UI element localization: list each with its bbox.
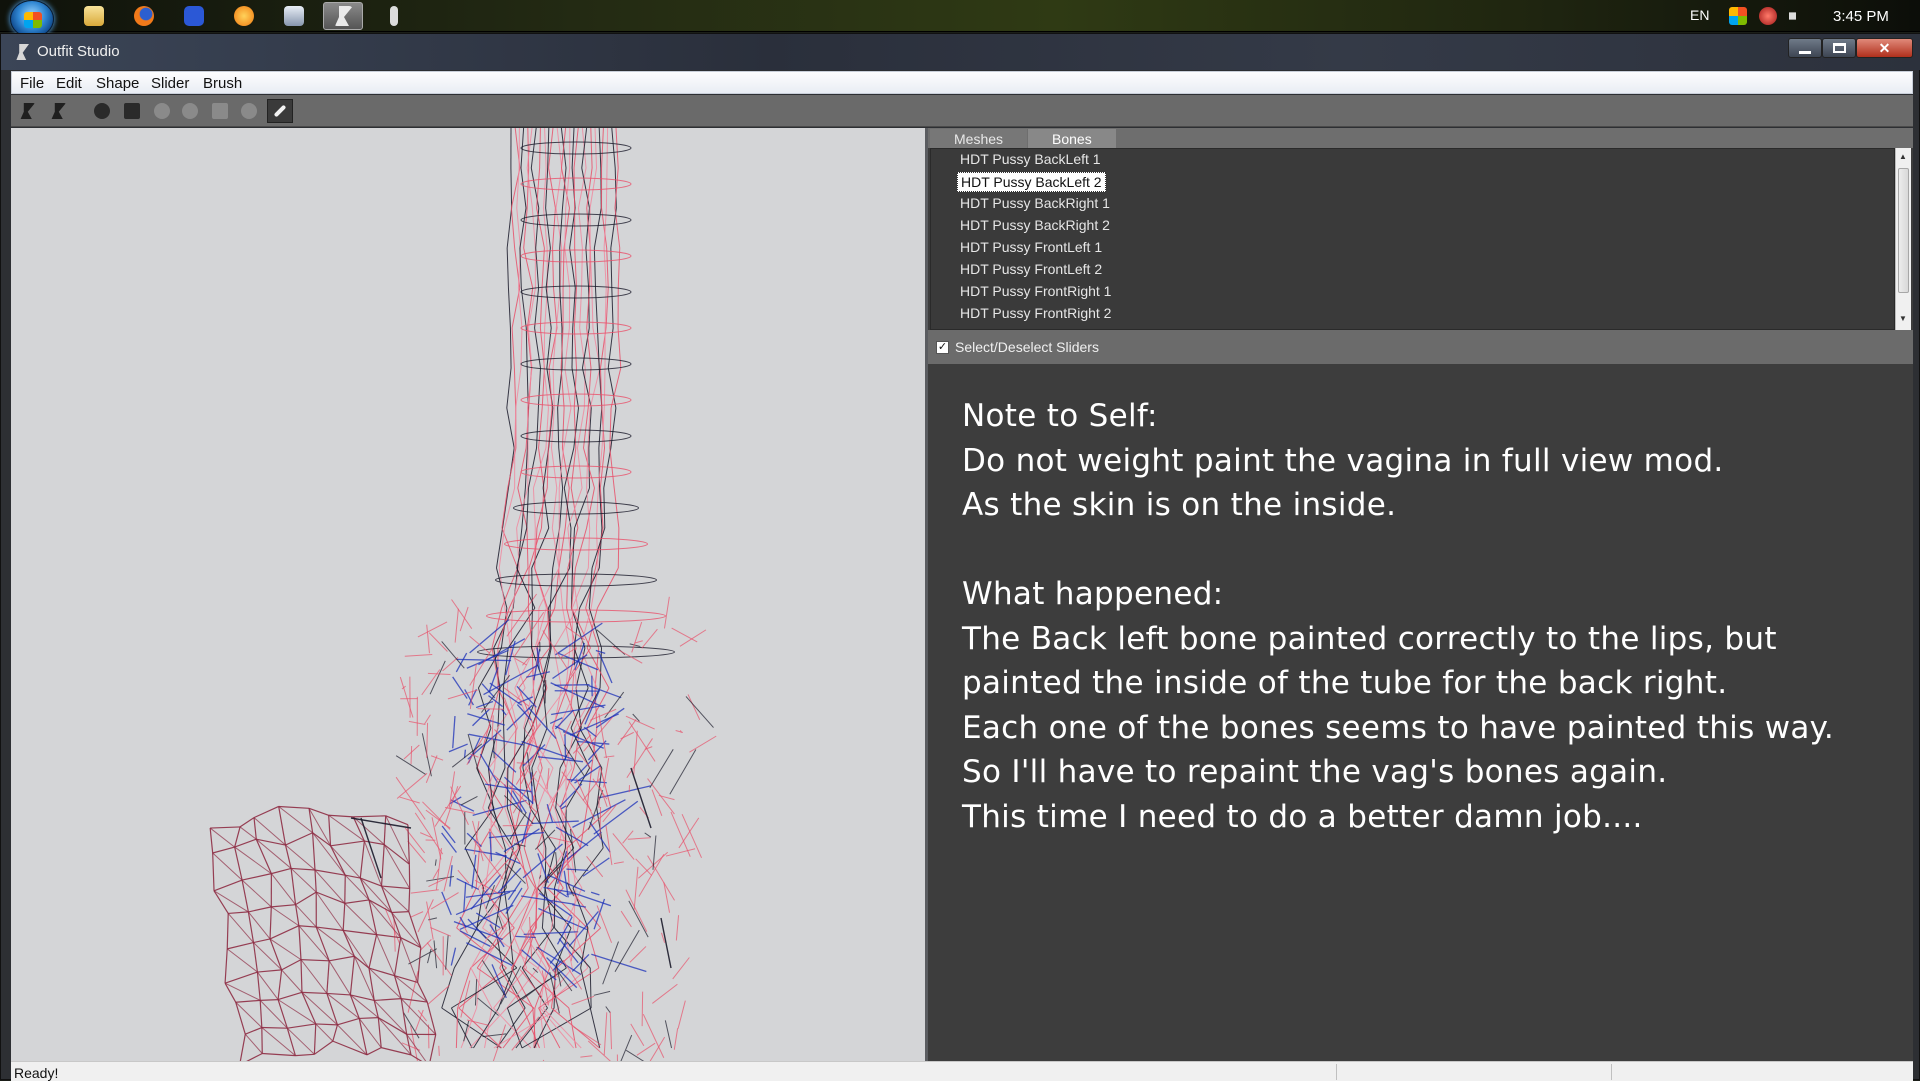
- minimize-icon: [1799, 51, 1811, 54]
- note-line: This time I need to do a better damn job…: [962, 795, 1892, 840]
- windows-logo-icon: [24, 12, 42, 28]
- tool-smooth-button[interactable]: [236, 99, 262, 123]
- note-text: Note to Self:Do not weight paint the vag…: [962, 394, 1892, 839]
- tool-move-button[interactable]: [207, 99, 233, 123]
- bone-item[interactable]: HDT Pussy BackRight 2: [957, 216, 1113, 236]
- deflate-icon: [182, 103, 198, 119]
- note-line: So I'll have to repaint the vag's bones …: [962, 750, 1892, 795]
- note-line: Note to Self:: [962, 394, 1892, 439]
- sliders-area: Note to Self:Do not weight paint the vag…: [928, 364, 1913, 1061]
- taskbar-orange-app-button[interactable]: [224, 2, 264, 30]
- bone-item[interactable]: HDT Pussy BackLeft 2: [957, 172, 1106, 192]
- status-bar: Ready!: [11, 1061, 1913, 1081]
- note-line: Do not weight paint the vagina in full v…: [962, 439, 1892, 484]
- status-separator: [1611, 1064, 1612, 1080]
- taskbar-firefox-button[interactable]: [124, 2, 164, 30]
- taskbar-outfit-studio-button[interactable]: [323, 2, 363, 30]
- tool-inflate-button[interactable]: [149, 99, 175, 123]
- taskbar-tool-button[interactable]: [374, 2, 414, 30]
- select-tool-icon: [19, 103, 35, 119]
- select-deselect-sliders-checkbox[interactable]: ✓: [936, 341, 949, 354]
- language-indicator[interactable]: EN: [1690, 7, 1709, 23]
- note-line: The Back left bone painted correctly to …: [962, 617, 1892, 662]
- note-line: [962, 528, 1892, 573]
- tool-transform-button[interactable]: [45, 99, 71, 123]
- menu-edit[interactable]: Edit: [56, 75, 82, 92]
- outfit-studio-window: Outfit Studio ✕ File Edit Shape Slider B…: [0, 33, 1920, 1080]
- move-icon: [212, 103, 228, 119]
- window-title: Outfit Studio: [37, 43, 120, 60]
- scroll-down-icon[interactable]: ▼: [1899, 314, 1907, 323]
- tab-meshes[interactable]: Meshes: [930, 129, 1027, 148]
- close-icon: ✕: [1879, 40, 1891, 57]
- mask-icon: [124, 103, 140, 119]
- firefox-icon: [134, 6, 154, 26]
- folder-icon: [84, 6, 104, 26]
- tool-weight-paint-button[interactable]: [267, 99, 293, 123]
- windows-flag-icon[interactable]: [1729, 7, 1747, 25]
- scroll-up-icon[interactable]: ▲: [1899, 152, 1907, 161]
- maximize-icon: [1833, 43, 1846, 53]
- outfit-studio-icon: [333, 6, 353, 26]
- right-panel: Meshes Bones HDT Pussy BackLeft 1HDT Pus…: [928, 128, 1913, 1061]
- tool-deflate-button[interactable]: [177, 99, 203, 123]
- tab-bones[interactable]: Bones: [1028, 129, 1116, 148]
- tool-brush-standard-button[interactable]: [89, 99, 115, 123]
- media-icon: [284, 6, 304, 26]
- bone-item[interactable]: HDT Pussy BackRight 1: [957, 194, 1113, 214]
- orange-app-icon: [234, 6, 254, 26]
- bone-item[interactable]: HDT Pussy FrontLeft 2: [957, 260, 1105, 280]
- note-line: Each one of the bones seems to have pain…: [962, 706, 1892, 751]
- mesh-wireframe: [11, 128, 925, 1061]
- tool-icon: [390, 6, 398, 26]
- taskbar-explorer-button[interactable]: [74, 2, 114, 30]
- menu-file[interactable]: File: [20, 75, 44, 92]
- toolbar: [11, 95, 1913, 127]
- bones-list[interactable]: HDT Pussy BackLeft 1HDT Pussy BackLeft 2…: [930, 148, 1895, 330]
- d-app-icon: [184, 6, 204, 26]
- network-icon[interactable]: [1759, 7, 1777, 25]
- weight-brush-icon: [274, 105, 287, 118]
- bones-scrollbar[interactable]: ▲ ▼: [1895, 148, 1911, 330]
- 3d-viewport[interactable]: [11, 128, 925, 1061]
- bone-item[interactable]: HDT Pussy BackLeft 1: [957, 150, 1104, 170]
- status-separator: [1336, 1064, 1337, 1080]
- taskbar-d-app-button[interactable]: [174, 2, 214, 30]
- maximize-button[interactable]: [1822, 38, 1856, 58]
- status-text: Ready!: [14, 1065, 58, 1081]
- menu-bar: File Edit Shape Slider Brush: [11, 71, 1913, 94]
- menu-slider[interactable]: Slider: [151, 75, 189, 92]
- taskbar-clock[interactable]: 3:45 PM: [1833, 8, 1889, 25]
- transform-tool-icon: [50, 103, 66, 119]
- taskbar: EN 3:45 PM: [0, 0, 1920, 32]
- select-deselect-sliders-label: Select/Deselect Sliders: [955, 339, 1099, 355]
- taskbar-media-button[interactable]: [274, 2, 314, 30]
- brush-standard-icon: [94, 103, 110, 119]
- volume-icon[interactable]: [1789, 7, 1807, 25]
- minimize-button[interactable]: [1788, 38, 1822, 58]
- scroll-thumb[interactable]: [1898, 168, 1909, 293]
- bone-item[interactable]: HDT Pussy FrontRight 2: [957, 304, 1114, 324]
- smooth-icon: [241, 103, 257, 119]
- bone-item[interactable]: HDT Pussy FrontRight 1: [957, 282, 1114, 302]
- close-button[interactable]: ✕: [1856, 38, 1913, 58]
- note-line: What happened:: [962, 572, 1892, 617]
- sliders-header: ✓ Select/Deselect Sliders: [928, 330, 1913, 364]
- bone-item[interactable]: HDT Pussy FrontLeft 1: [957, 238, 1105, 258]
- note-line: painted the inside of the tube for the b…: [962, 661, 1892, 706]
- menu-brush[interactable]: Brush: [203, 75, 242, 92]
- tool-select-button[interactable]: [14, 99, 40, 123]
- inflate-icon: [154, 103, 170, 119]
- app-icon: [15, 44, 29, 60]
- title-bar[interactable]: Outfit Studio ✕: [1, 34, 1920, 70]
- tool-mask-button[interactable]: [119, 99, 145, 123]
- panel-tabs: Meshes Bones: [928, 128, 1913, 148]
- note-line: As the skin is on the inside.: [962, 483, 1892, 528]
- menu-shape[interactable]: Shape: [96, 75, 139, 92]
